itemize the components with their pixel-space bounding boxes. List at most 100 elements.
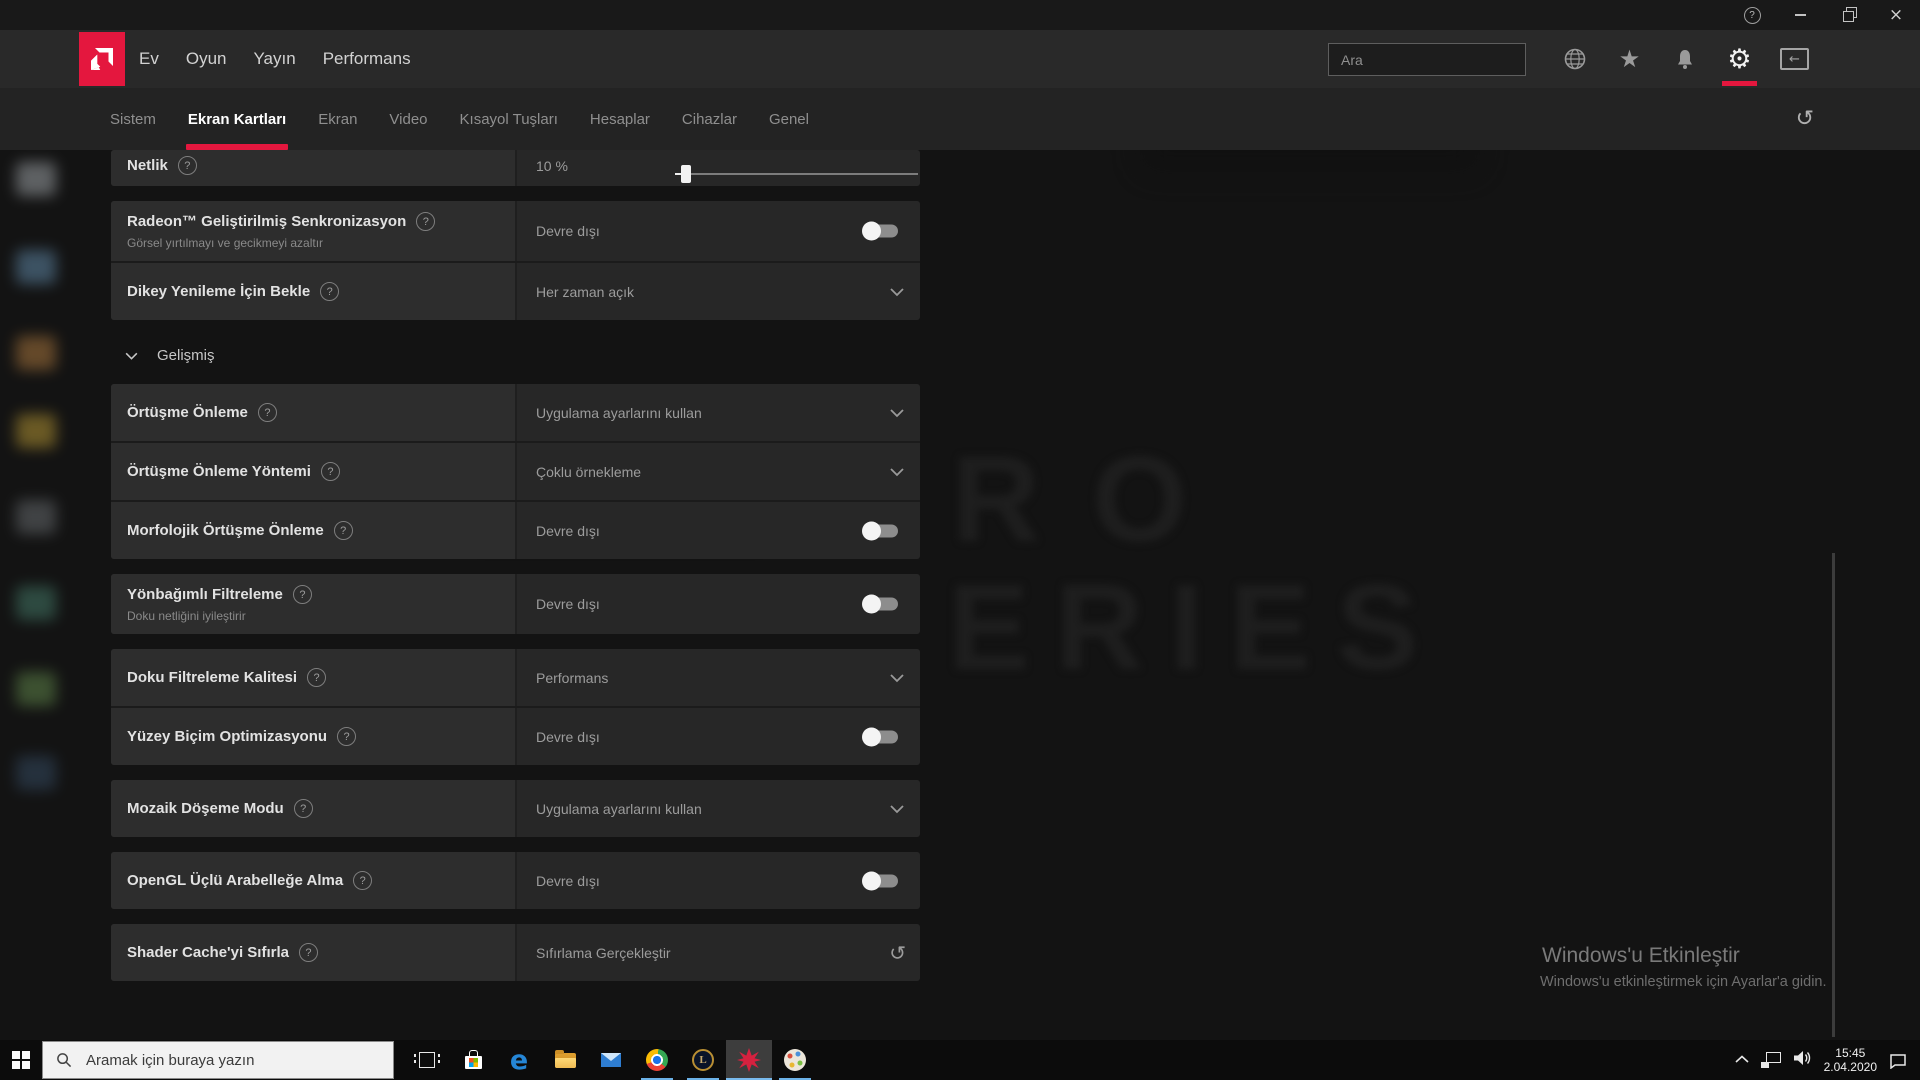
help-icon[interactable]: ? (353, 871, 373, 890)
content-scrollbar[interactable] (1832, 553, 1835, 1037)
setting-row-surface-format-optimization: Yüzey Biçim Optimizasyonu? Devre dışı (111, 706, 920, 765)
setting-value: Performans (536, 669, 609, 686)
reset-icon[interactable]: ↺ (889, 941, 906, 965)
tab-cihazlar[interactable]: Cihazlar (672, 88, 747, 150)
taskbar-search-box[interactable] (42, 1041, 394, 1079)
help-icon[interactable]: ? (320, 462, 340, 481)
help-icon[interactable]: ? (320, 282, 340, 301)
network-icon[interactable] (1760, 1052, 1781, 1068)
setting-label: Dikey Yenileme İçin Bekle (127, 283, 311, 300)
tray-time: 15:45 (1835, 1046, 1866, 1060)
tab-ekran[interactable]: Ekran (308, 88, 367, 150)
chevron-down-icon[interactable] (890, 467, 904, 476)
minimize-icon (1794, 14, 1806, 16)
taskbar-radeon-software[interactable] (726, 1040, 772, 1080)
toggle-switch[interactable] (862, 221, 898, 241)
section-advanced-header[interactable]: Gelişmiş (125, 346, 920, 364)
taskbar-edge[interactable]: e (496, 1040, 542, 1080)
tab-ekran-kartları[interactable]: Ekran Kartları (178, 88, 296, 150)
volume-icon[interactable] (1793, 1050, 1812, 1071)
help-icon[interactable]: ? (257, 403, 277, 422)
chevron-down-icon[interactable] (890, 804, 904, 813)
help-icon[interactable]: ? (293, 799, 313, 818)
help-icon[interactable]: ? (307, 668, 327, 687)
setting-value: Her zaman açık (536, 283, 635, 300)
amd-logo[interactable] (79, 32, 125, 86)
taskbar-task-view[interactable] (404, 1040, 450, 1080)
chevron-down-icon[interactable] (890, 408, 904, 417)
help-icon[interactable]: ? (298, 943, 318, 962)
tab-label: Hesaplar (589, 110, 650, 128)
clock[interactable]: 15:45 2.04.2020 (1824, 1046, 1877, 1074)
task-view-icon (414, 1052, 440, 1068)
toggle-knob (862, 221, 881, 241)
restore-defaults-button[interactable]: ↺ (1796, 107, 1814, 132)
windows-activation-title: Windows'u Etkinleştir (1542, 944, 1740, 967)
settings-tabbar: Sistem Ekran Kartları Ekran Video Kısayol Tu… (0, 88, 1920, 150)
toggle-knob (862, 594, 881, 614)
setting-value-cell[interactable]: Her zaman açık (515, 263, 920, 320)
setting-label-cell: Netlik? (111, 150, 515, 186)
toggle-switch[interactable] (862, 727, 898, 746)
setting-row-anisotropic-filtering: Yönbağımlı Filtreleme? Doku netliğini iyi… (111, 574, 920, 634)
chevron-down-icon[interactable] (890, 287, 904, 296)
chevron-down-icon[interactable] (890, 673, 904, 682)
toggle-switch[interactable] (862, 871, 898, 890)
start-button[interactable] (0, 1040, 42, 1080)
taskbar-league-of-legends[interactable]: L (680, 1040, 726, 1080)
app-search-box[interactable] (1328, 43, 1526, 76)
taskbar-chrome[interactable] (634, 1040, 680, 1080)
star-icon[interactable]: ★ (1602, 30, 1657, 88)
help-icon[interactable]: ? (177, 156, 197, 175)
tab-video[interactable]: Video (379, 88, 437, 150)
toggle-switch[interactable] (862, 594, 898, 614)
notifications-icon[interactable] (1657, 30, 1712, 88)
tab-sistem[interactable]: Sistem (100, 88, 166, 150)
app-search-input[interactable] (1339, 50, 1524, 69)
tab-kısayol-tuşları[interactable]: Kısayol Tuşları (450, 88, 568, 150)
menu-oyun[interactable]: Oyun (186, 49, 227, 69)
collapse-icon[interactable]: ← (1767, 30, 1822, 88)
menu-yayın[interactable]: Yayın (253, 49, 295, 69)
tab-genel[interactable]: Genel (759, 88, 819, 150)
file-explorer-icon (554, 1049, 576, 1068)
help-icon[interactable]: ? (292, 585, 312, 604)
restore-button[interactable] (1824, 0, 1872, 30)
setting-value-cell[interactable]: Performans (515, 649, 920, 706)
menu-ev[interactable]: Ev (139, 49, 159, 69)
action-center-icon[interactable] (1889, 1053, 1906, 1069)
setting-label: Yüzey Biçim Optimizasyonu (127, 728, 328, 745)
help-icon[interactable]: ? (337, 727, 357, 746)
help-icon[interactable]: ? (416, 212, 436, 231)
taskbar-mail[interactable] (588, 1040, 634, 1080)
setting-row-radeon-enhanced-sync: Radeon™ Geliştirilmiş Senkronizasyon? Gör… (111, 201, 920, 261)
league-of-legends-icon: L (692, 1049, 714, 1071)
tray-chevron-up-icon[interactable] (1735, 1051, 1749, 1069)
globe-icon[interactable] (1547, 30, 1602, 88)
setting-value-cell[interactable]: Uygulama ayarlarını kullan (515, 384, 920, 441)
edge-icon: e (509, 1044, 529, 1076)
taskbar-search-input[interactable] (84, 1050, 393, 1070)
setting-label-cell: Morfolojik Örtüşme Önleme? (111, 502, 515, 559)
taskbar-paint[interactable] (772, 1040, 818, 1080)
setting-value-cell[interactable]: Çoklu örnekleme (515, 443, 920, 500)
menu-performans[interactable]: Performans (323, 49, 411, 69)
settings-group: Shader Cache'yi Sıfırla? Sıfırlama Gerçek… (111, 924, 920, 981)
sharpness-slider[interactable] (674, 165, 918, 183)
help-icon[interactable]: ? (333, 521, 353, 540)
minimize-button[interactable] (1776, 0, 1824, 30)
setting-value: Devre dışı (536, 522, 600, 539)
toggle-switch[interactable] (862, 521, 898, 540)
setting-row-anti-aliasing: Örtüşme Önleme? Uygulama ayarlarını kulla… (111, 384, 920, 441)
help-button[interactable]: ? (1728, 0, 1776, 30)
radeon-software-window: RO ERIES Windows'u Etkinleştir Windows'u… (0, 0, 1920, 1080)
settings-icon[interactable]: ⚙ (1712, 30, 1767, 88)
setting-label: Morfolojik Örtüşme Önleme (127, 522, 324, 539)
setting-value-cell[interactable]: Uygulama ayarlarını kullan (515, 780, 920, 837)
close-button[interactable]: × (1872, 0, 1920, 30)
taskbar-file-explorer[interactable] (542, 1040, 588, 1080)
tab-hesaplar[interactable]: Hesaplar (580, 88, 660, 150)
slider-thumb[interactable] (680, 165, 691, 183)
taskbar-store[interactable] (450, 1040, 496, 1080)
setting-row-wait-vertical-refresh: Dikey Yenileme İçin Bekle? Her zaman açık (111, 261, 920, 320)
